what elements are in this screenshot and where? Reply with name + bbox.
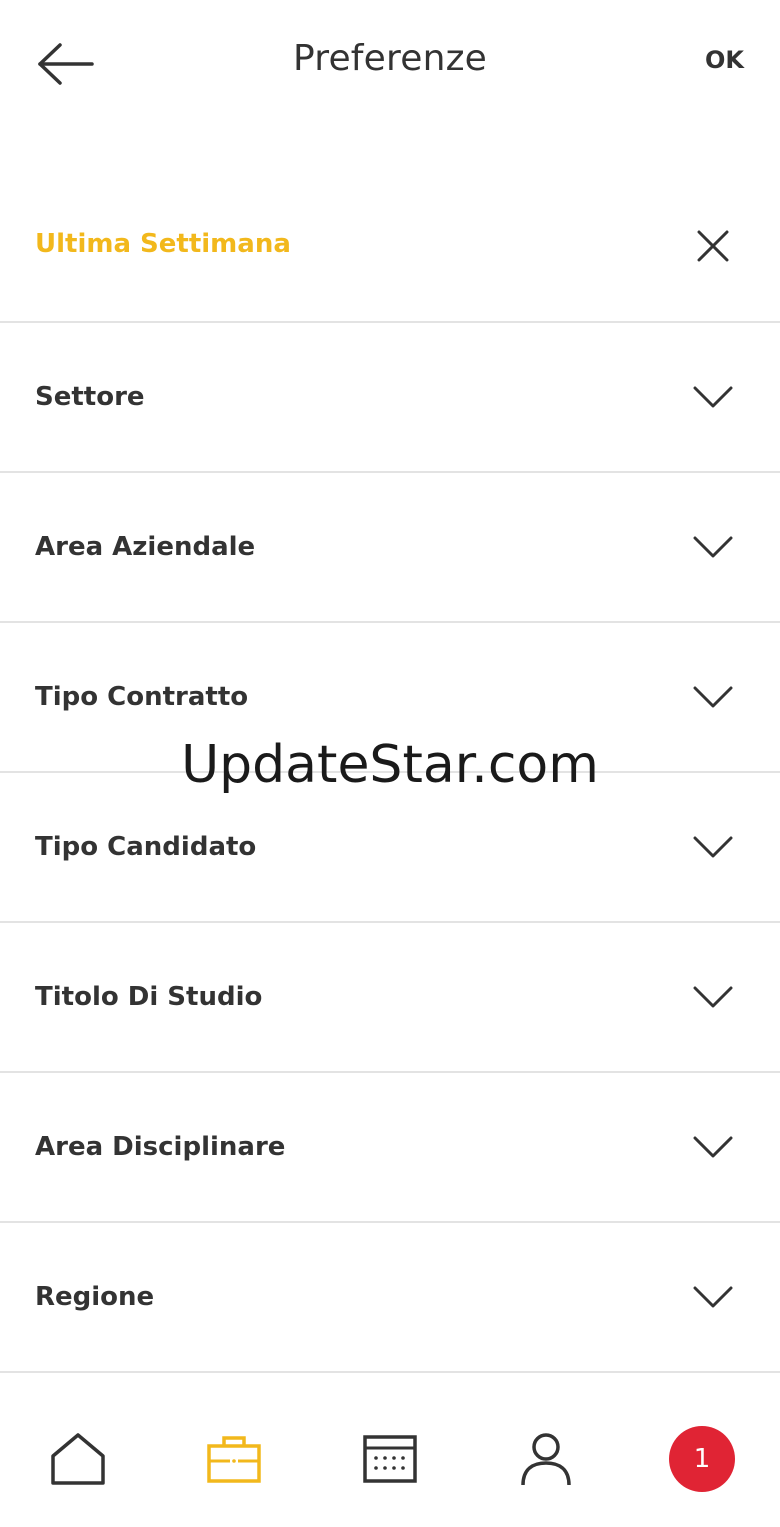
filter-label: Settore	[35, 382, 145, 412]
filter-label: Tipo Candidato	[35, 832, 257, 862]
filter-row-ultima-settimana[interactable]: Ultima Settimana	[0, 170, 780, 323]
nav-jobs[interactable]	[194, 1419, 274, 1499]
filter-label: Tipo Contratto	[35, 682, 249, 712]
page-title: Preferenze	[292, 38, 488, 79]
ok-button[interactable]: OK	[705, 46, 744, 74]
bottom-nav: 1	[0, 1397, 780, 1527]
filter-row-regione[interactable]: Regione	[0, 1223, 780, 1373]
preferences-screen: Preferenze OK Ultima Settimana Settore A…	[0, 0, 780, 1527]
filter-list: Ultima Settimana Settore Area Aziendale …	[0, 170, 780, 1373]
nav-home[interactable]	[38, 1419, 118, 1499]
chevron-down-icon	[692, 976, 734, 1018]
filter-row-area-aziendale[interactable]: Area Aziendale	[0, 473, 780, 623]
chevron-down-icon	[692, 826, 734, 868]
nav-profile[interactable]	[506, 1419, 586, 1499]
chevron-down-icon	[692, 676, 734, 718]
filter-row-tipo-candidato[interactable]: Tipo Candidato	[0, 773, 780, 923]
notification-badge: 1	[669, 1426, 735, 1492]
filter-label: Area Aziendale	[35, 532, 256, 562]
nav-notifications[interactable]: 1	[662, 1419, 742, 1499]
user-icon	[521, 1433, 571, 1486]
filter-label: Area Disciplinare	[35, 1132, 286, 1162]
close-icon[interactable]	[692, 225, 734, 267]
filter-row-area-disciplinare[interactable]: Area Disciplinare	[0, 1073, 780, 1223]
header: Preferenze OK	[0, 0, 780, 128]
calendar-icon	[363, 1435, 417, 1483]
home-icon	[51, 1433, 105, 1485]
nav-calendar[interactable]	[350, 1419, 430, 1499]
chevron-down-icon	[692, 526, 734, 568]
filter-label: Titolo Di Studio	[35, 982, 263, 1012]
filter-row-titolo-di-studio[interactable]: Titolo Di Studio	[0, 923, 780, 1073]
filter-label: Regione	[35, 1282, 155, 1312]
chevron-down-icon	[692, 376, 734, 418]
filter-row-tipo-contratto[interactable]: Tipo Contratto	[0, 623, 780, 773]
filter-row-settore[interactable]: Settore	[0, 323, 780, 473]
chevron-down-icon	[692, 1276, 734, 1318]
filter-label: Ultima Settimana	[35, 229, 291, 259]
chevron-down-icon	[692, 1126, 734, 1168]
briefcase-icon	[207, 1436, 261, 1483]
